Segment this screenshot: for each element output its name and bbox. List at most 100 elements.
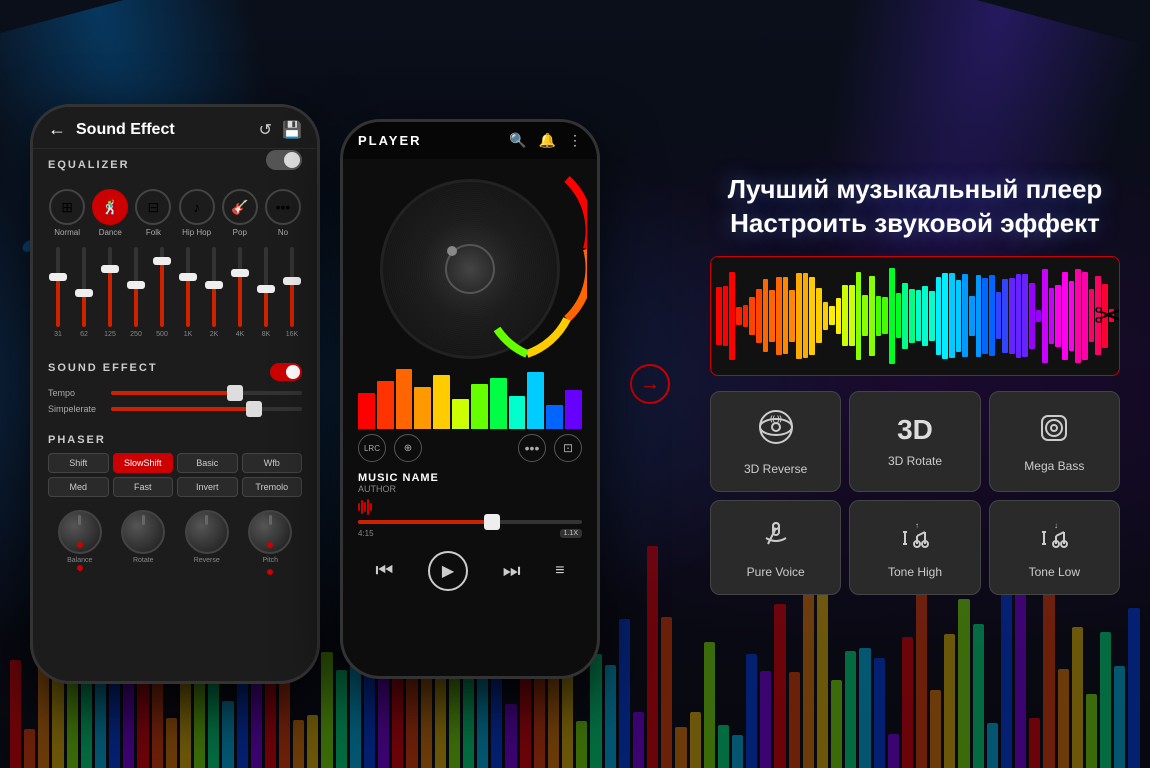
main-text-block: Лучший музыкальный плеер Настроить звуко… — [710, 173, 1120, 241]
eq-band-500[interactable]: 500 — [152, 247, 172, 338]
header-icons: ↺ 💾 — [259, 120, 302, 140]
annotation-button[interactable]: ⊕ — [394, 434, 422, 462]
preset-normal[interactable]: ⊞ Normal — [48, 189, 86, 237]
eq-thumb-4k[interactable] — [231, 269, 249, 277]
phaser-tremolo[interactable]: Tremolo — [242, 477, 303, 497]
speed-badge[interactable]: 1.1X — [560, 529, 582, 538]
back-icon[interactable]: ← — [48, 119, 66, 140]
tempo-thumb[interactable] — [227, 385, 243, 401]
simpelerate-track[interactable] — [111, 407, 302, 411]
progress-thumb[interactable] — [484, 514, 500, 530]
eq-band-31[interactable]: 31 — [48, 247, 68, 338]
spectrum-bar — [909, 289, 915, 344]
equalizer-toggle[interactable] — [266, 150, 302, 170]
phaser-invert[interactable]: Invert — [177, 477, 238, 497]
eq-band-62[interactable]: 62 — [74, 247, 94, 338]
eq-track-62 — [82, 247, 86, 327]
spectrum-bar — [936, 277, 942, 355]
next-button[interactable]: ⏭ — [503, 560, 521, 583]
knob-pitch-dot-2 — [267, 569, 273, 575]
knob-indicator-4 — [269, 515, 272, 525]
feature-label-tone-low: Tone Low — [1029, 565, 1080, 579]
dots-button[interactable]: ••• — [518, 434, 546, 462]
lrc-button[interactable]: LRC — [358, 434, 386, 462]
search-icon[interactable]: 🔍 — [509, 132, 526, 149]
phaser-basic[interactable]: Basic — [177, 453, 238, 473]
preset-folk[interactable]: ⊟ Folk — [134, 189, 172, 237]
phaser-slowshift[interactable]: SlowShift — [113, 453, 174, 473]
menu-icon[interactable]: ⋮ — [568, 132, 582, 149]
knob-rotate-control[interactable] — [121, 510, 165, 554]
preset-icon-folk: ⊟ — [135, 189, 171, 225]
eq-band-1k[interactable]: 1K — [178, 247, 198, 338]
eq-thumb-125[interactable] — [101, 265, 119, 273]
eq-freq-8k: 8K — [262, 331, 271, 338]
knob-reverse-control[interactable] — [185, 510, 229, 554]
feature-3d-rotate[interactable]: 3D 3D Rotate — [849, 391, 980, 492]
preset-icon-more: ••• — [265, 189, 301, 225]
song-name: MUSIC NAME — [358, 472, 582, 484]
preset-hiphop[interactable]: ♪ Hip Hop — [178, 189, 216, 237]
knob-balance-control[interactable] — [58, 510, 102, 554]
bell-icon[interactable]: 🔔 — [539, 132, 556, 149]
feature-pure-voice[interactable]: Pure Voice — [710, 500, 841, 595]
spectrum-bar — [749, 297, 755, 335]
preset-dance[interactable]: 🕺 Dance — [91, 189, 129, 237]
eq-freq-2k: 2K — [210, 331, 219, 338]
feature-tone-high[interactable]: ↑ Tone High — [849, 500, 980, 595]
spectrum-bar — [856, 272, 862, 361]
eq-thumb-1k[interactable] — [179, 273, 197, 281]
refresh-icon[interactable]: ↺ — [259, 120, 272, 140]
feature-3d-reverse[interactable]: ((·)) 3D Reverse — [710, 391, 841, 492]
feature-tone-low[interactable]: ↓ Tone Low — [989, 500, 1120, 595]
eq-thumb-62[interactable] — [75, 289, 93, 297]
vinyl-container — [343, 159, 597, 379]
eq-band-250[interactable]: 250 — [126, 247, 146, 338]
knob-pitch-label: Pitch — [262, 557, 278, 564]
phaser-med[interactable]: Med — [48, 477, 109, 497]
eq-thumb-16k[interactable] — [283, 277, 301, 285]
eq-freq-16k: 16K — [286, 331, 298, 338]
prev-button[interactable]: ⏮ — [375, 560, 393, 583]
eq-track-2k — [212, 247, 216, 327]
eq-track-8k — [264, 247, 268, 327]
right-panel: Лучший музыкальный плеер Настроить звуко… — [700, 173, 1120, 595]
eq-thumb-8k[interactable] — [257, 285, 275, 293]
viz-bar — [509, 396, 526, 429]
eq-fill-16k — [290, 283, 294, 327]
save-icon[interactable]: 💾 — [282, 120, 302, 140]
eq-thumb-250[interactable] — [127, 281, 145, 289]
share-button[interactable]: ⊡ — [554, 434, 582, 462]
eq-freq-500: 500 — [156, 331, 168, 338]
eq-band-16k[interactable]: 16K — [282, 247, 302, 338]
spectrum-bars — [711, 257, 1119, 375]
eq-band-4k[interactable]: 4K — [230, 247, 250, 338]
progress-track[interactable] — [358, 520, 582, 524]
eq-band-2k[interactable]: 2K — [204, 247, 224, 338]
tempo-track[interactable] — [111, 391, 302, 395]
feature-mega-bass[interactable]: Mega Bass — [989, 391, 1120, 492]
preset-pop[interactable]: 🎸 Pop — [221, 189, 259, 237]
phaser-wfb[interactable]: Wfb — [242, 453, 303, 473]
playlist-button[interactable]: ≡ — [555, 562, 564, 580]
eq-track-31 — [56, 247, 60, 327]
eq-band-8k[interactable]: 8K — [256, 247, 276, 338]
eq-thumb-2k[interactable] — [205, 281, 223, 289]
play-button[interactable]: ▶ — [428, 551, 468, 591]
phaser-shift[interactable]: Shift — [48, 453, 109, 473]
vinyl-dot — [447, 246, 457, 256]
spectrum-bar — [869, 276, 875, 355]
spectrum-bar — [956, 280, 962, 353]
knob-pitch-control[interactable] — [248, 510, 292, 554]
eq-band-125[interactable]: 125 — [100, 247, 120, 338]
preset-more[interactable]: ••• No — [264, 189, 302, 237]
simpelerate-thumb[interactable] — [246, 401, 262, 417]
eq-thumb-500[interactable] — [153, 257, 171, 265]
phaser-fast[interactable]: Fast — [113, 477, 174, 497]
feature-label-3d-reverse: 3D Reverse — [744, 462, 807, 476]
eq-fill-125 — [108, 271, 112, 327]
eq-thumb-31[interactable] — [49, 273, 67, 281]
eq-fill-500 — [160, 263, 164, 327]
viz-bar — [377, 381, 394, 429]
sound-effect-toggle[interactable] — [270, 363, 302, 381]
